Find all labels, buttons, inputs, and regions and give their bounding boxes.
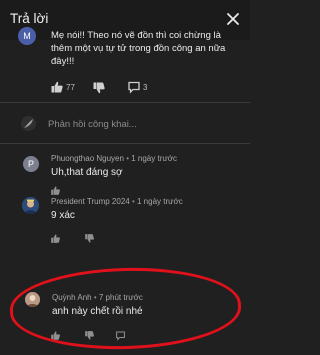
leaf-avatar-icon bbox=[21, 116, 36, 131]
avatar[interactable]: M bbox=[18, 27, 36, 45]
reply-text: 9 xác bbox=[51, 210, 75, 221]
reply-meta: Phuongthao Nguyen • 1 ngày trước bbox=[51, 154, 177, 163]
avatar-letter: P bbox=[27, 159, 34, 169]
dislike-icon[interactable] bbox=[84, 233, 95, 244]
comment-line-1: Mẹ nói!! Theo nó vẽ đồn thì coi chừng là bbox=[51, 30, 221, 41]
reply-meta: President Trump 2024 • 1 ngày trước bbox=[51, 197, 183, 206]
avatar-letter: M bbox=[23, 31, 31, 41]
like-icon[interactable] bbox=[50, 80, 64, 94]
close-icon[interactable] bbox=[222, 8, 244, 30]
like-icon[interactable] bbox=[50, 233, 61, 244]
divider bbox=[0, 102, 250, 103]
author-name[interactable]: President Trump 2024 bbox=[51, 197, 130, 206]
like-icon[interactable] bbox=[50, 185, 61, 196]
reply-input[interactable]: Phản hồi công khai... bbox=[48, 119, 137, 130]
timestamp: 1 ngày trước bbox=[131, 154, 177, 163]
user-avatar bbox=[21, 116, 36, 131]
highlight-circle bbox=[8, 264, 243, 353]
comment-line-2: thêm một vụ tự tử trong đồn công an nữa bbox=[51, 43, 226, 54]
reply-icon[interactable] bbox=[127, 80, 141, 94]
like-count: 77 bbox=[66, 83, 75, 92]
profile-photo-icon bbox=[22, 197, 39, 214]
reply-count: 3 bbox=[143, 83, 148, 92]
divider bbox=[0, 143, 250, 144]
reply-text: Uh,that đáng sợ bbox=[51, 167, 123, 178]
avatar[interactable]: P bbox=[23, 156, 39, 172]
separator: • bbox=[131, 197, 135, 206]
separator: • bbox=[126, 154, 129, 163]
page-title: Trả lời bbox=[10, 11, 49, 26]
author-name[interactable]: Phuongthao Nguyen bbox=[51, 154, 124, 163]
comment-line-3: đây!!! bbox=[51, 56, 75, 67]
dislike-icon[interactable] bbox=[92, 81, 106, 95]
timestamp: 1 ngày trước bbox=[137, 197, 183, 206]
avatar[interactable] bbox=[22, 197, 39, 214]
